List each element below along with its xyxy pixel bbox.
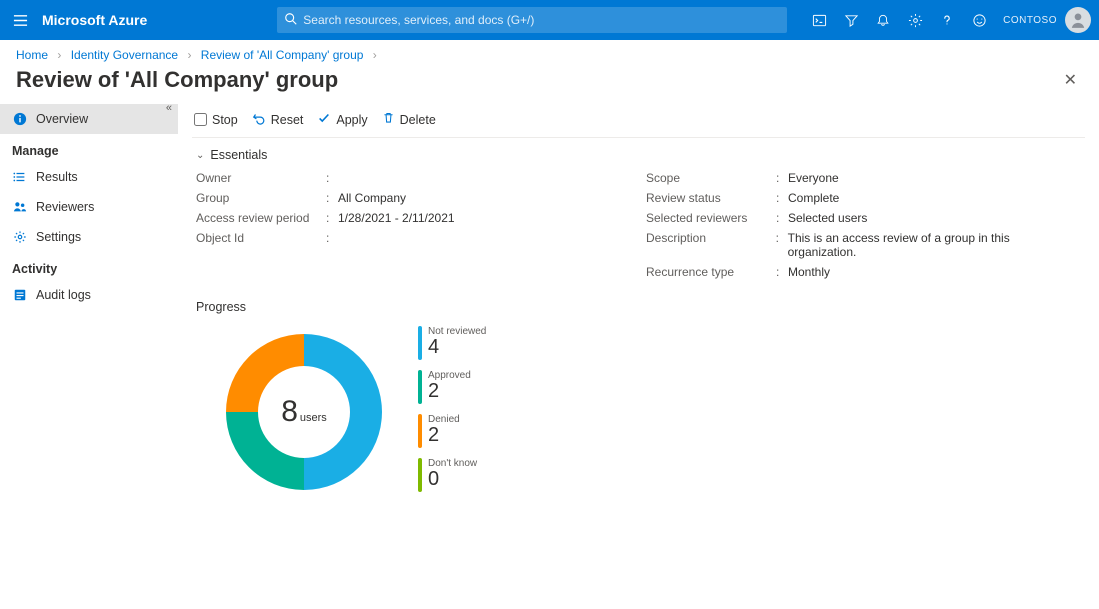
legend-item: Don't know0 — [418, 458, 486, 492]
log-icon — [12, 287, 28, 303]
status-value: Complete — [788, 191, 839, 205]
trash-icon — [382, 111, 395, 128]
reset-label: Reset — [271, 113, 304, 127]
scope-label: Scope — [646, 171, 776, 185]
legend-item: Not reviewed4 — [418, 326, 486, 360]
donut-total-value: 8 — [281, 395, 298, 429]
legend-value: 2 — [428, 425, 460, 445]
essentials-toggle[interactable]: ⌄ Essentials — [192, 138, 1085, 168]
chevron-down-icon: ⌄ — [196, 150, 204, 161]
legend-value: 2 — [428, 381, 471, 401]
breadcrumb-home[interactable]: Home — [16, 48, 48, 62]
delete-button[interactable]: Delete — [382, 111, 436, 128]
scope-value: Everyone — [788, 171, 839, 185]
settings-icon[interactable] — [899, 0, 931, 40]
hamburger-menu-icon[interactable] — [0, 0, 40, 40]
chevron-right-icon: › — [187, 48, 191, 62]
legend-swatch — [418, 458, 422, 492]
legend-swatch — [418, 370, 422, 404]
command-bar: Stop Reset Apply Delete — [192, 102, 1085, 138]
sidebar: « Overview Manage Results Reviewers Sett… — [0, 102, 178, 609]
desc-label: Description — [646, 231, 776, 259]
search-input[interactable] — [277, 7, 787, 33]
reviewers-value: Selected users — [788, 211, 867, 225]
breadcrumb-review[interactable]: Review of 'All Company' group — [201, 48, 364, 62]
checkmark-icon — [317, 111, 331, 128]
close-icon[interactable]: ✕ — [1058, 64, 1083, 96]
directory-filter-icon[interactable] — [835, 0, 867, 40]
legend-swatch — [418, 414, 422, 448]
sidebar-item-label: Audit logs — [36, 288, 91, 302]
period-value: 1/28/2021 - 2/11/2021 — [338, 211, 455, 225]
period-label: Access review period — [196, 211, 326, 225]
group-label: Group — [196, 191, 326, 205]
page-title: Review of 'All Company' group — [16, 67, 338, 93]
sidebar-item-label: Overview — [36, 112, 88, 126]
tenant-label: CONTOSO — [1003, 15, 1057, 26]
stop-button[interactable]: Stop — [194, 113, 238, 127]
status-label: Review status — [646, 191, 776, 205]
progress-legend: Not reviewed4 Approved2 Denied2 Don't know0 — [418, 326, 486, 492]
sidebar-item-label: Reviewers — [36, 200, 94, 214]
progress-header: Progress — [192, 282, 1085, 322]
sidebar-section-manage: Manage — [0, 134, 178, 162]
sidebar-item-results[interactable]: Results — [0, 162, 178, 192]
search-icon — [284, 12, 298, 29]
sidebar-item-label: Settings — [36, 230, 81, 244]
breadcrumb-identity-governance[interactable]: Identity Governance — [71, 48, 178, 62]
undo-icon — [252, 111, 266, 128]
progress-donut-chart: 8 users — [214, 322, 394, 502]
reset-button[interactable]: Reset — [252, 111, 304, 128]
people-icon — [12, 199, 28, 215]
reviewers-label: Selected reviewers — [646, 211, 776, 225]
donut-total-label: users — [300, 412, 327, 424]
avatar[interactable] — [1065, 7, 1091, 33]
sidebar-item-label: Results — [36, 170, 78, 184]
owner-label: Owner — [196, 171, 326, 185]
stop-label: Stop — [212, 113, 238, 127]
essentials-body: Owner: Group:All Company Access review p… — [192, 168, 1085, 282]
legend-item: Approved2 — [418, 370, 486, 404]
collapse-sidebar-icon[interactable]: « — [166, 102, 172, 114]
group-value: All Company — [338, 191, 406, 205]
chevron-right-icon: › — [57, 48, 61, 62]
sidebar-section-activity: Activity — [0, 252, 178, 280]
apply-button[interactable]: Apply — [317, 111, 367, 128]
main-content: Stop Reset Apply Delete ⌄ Essentials Own… — [178, 102, 1099, 609]
desc-value: This is an access review of a group in t… — [788, 231, 1081, 259]
notifications-icon[interactable] — [867, 0, 899, 40]
breadcrumb: Home › Identity Governance › Review of '… — [0, 40, 1099, 64]
sidebar-item-overview[interactable]: Overview — [0, 104, 178, 134]
apply-label: Apply — [336, 113, 367, 127]
stop-checkbox[interactable] — [194, 113, 207, 126]
recur-label: Recurrence type — [646, 265, 776, 279]
chevron-right-icon: › — [373, 48, 377, 62]
azure-top-bar: Microsoft Azure CONTOSO — [0, 0, 1099, 40]
sidebar-item-reviewers[interactable]: Reviewers — [0, 192, 178, 222]
sidebar-item-audit-logs[interactable]: Audit logs — [0, 280, 178, 310]
legend-item: Denied2 — [418, 414, 486, 448]
recur-value: Monthly — [788, 265, 830, 279]
legend-value: 0 — [428, 469, 477, 489]
brand-label: Microsoft Azure — [42, 12, 147, 28]
cloud-shell-icon[interactable] — [803, 0, 835, 40]
feedback-icon[interactable] — [963, 0, 995, 40]
legend-value: 4 — [428, 337, 486, 357]
info-icon — [12, 111, 28, 127]
sidebar-item-settings[interactable]: Settings — [0, 222, 178, 252]
legend-swatch — [418, 326, 422, 360]
objectid-label: Object Id — [196, 231, 326, 245]
essentials-header: Essentials — [210, 148, 267, 162]
list-icon — [12, 169, 28, 185]
help-icon[interactable] — [931, 0, 963, 40]
gear-icon — [12, 229, 28, 245]
delete-label: Delete — [400, 113, 436, 127]
